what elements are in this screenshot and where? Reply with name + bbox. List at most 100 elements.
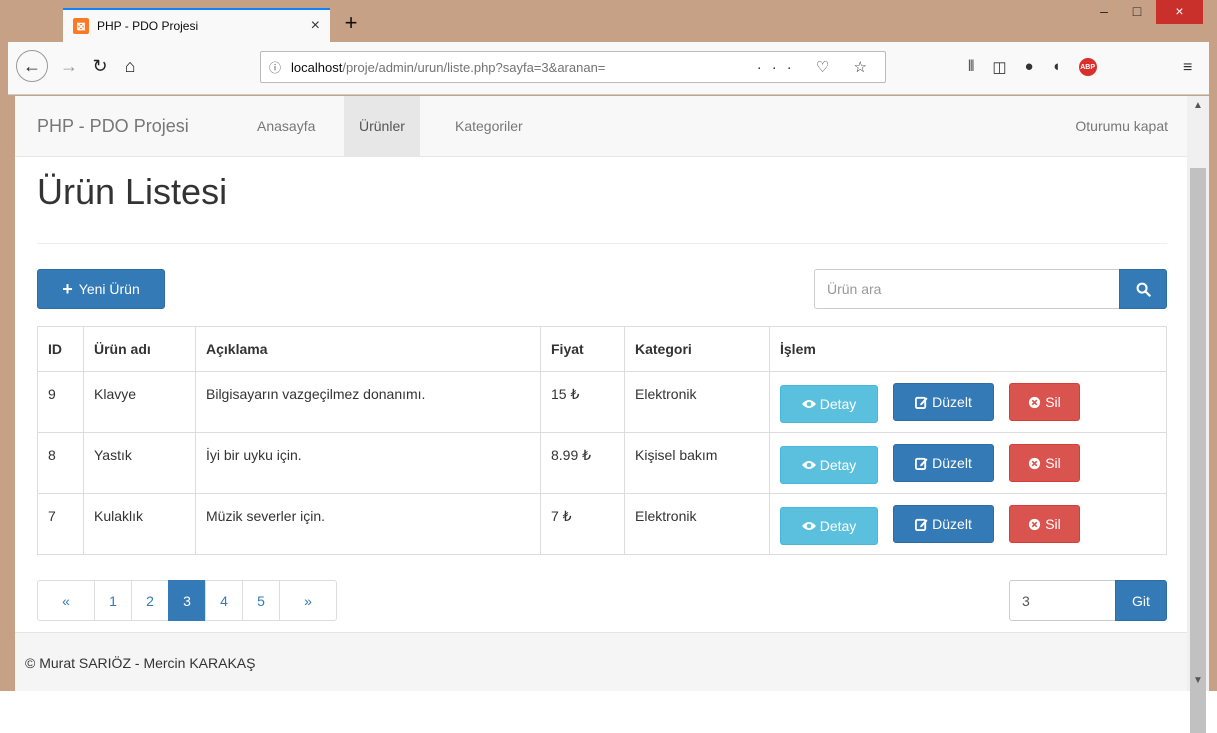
browser-toolbar: ← → ↻ ⌂ ⓘ localhost /proje/admin/urun/li… <box>8 42 1209 95</box>
goto-button[interactable]: Git <box>1115 580 1167 621</box>
info-icon[interactable]: ⓘ <box>269 59 281 76</box>
tab-close-icon[interactable]: × <box>311 17 320 35</box>
header-price: Fiyat <box>540 326 625 372</box>
products-table: ID Ürün adı Açıklama Fiyat Kategori İşle… <box>37 326 1167 555</box>
cell-price: 8.99 ₺ <box>540 432 625 494</box>
maximize-button[interactable]: □ <box>1122 0 1152 24</box>
edit-button[interactable]: Düzelt <box>893 444 994 482</box>
nav-link-products[interactable]: Ürünler <box>344 96 420 156</box>
cell-actions: Detay Düzelt Sil <box>769 371 1167 433</box>
search-button[interactable] <box>1119 269 1167 309</box>
footer-text: © Murat SARIÖZ - Mercin KARAKAŞ <box>25 655 256 671</box>
header-actions: İşlem <box>769 326 1167 372</box>
pagination-page-5[interactable]: 5 <box>242 580 280 621</box>
table-row: 8 Yastık İyi bir uyku için. 8.99 ₺ Kişis… <box>37 432 1167 494</box>
footer: © Murat SARIÖZ - Mercin KARAKAŞ <box>15 632 1187 691</box>
library-icon[interactable]: ⫴ <box>968 58 974 76</box>
xampp-icon: ⊠ <box>73 18 89 34</box>
header-id: ID <box>37 326 84 372</box>
remove-circle-icon <box>1029 457 1041 469</box>
remove-circle-icon <box>1029 396 1041 408</box>
page-viewport: PHP - PDO Projesi Anasayfa Ürünler Kateg… <box>15 96 1187 691</box>
forward-arrow-icon[interactable]: → <box>53 50 85 82</box>
edit-icon <box>915 457 928 470</box>
pagination: « 1 2 3 4 5 » <box>37 580 337 621</box>
pagination-prev[interactable]: « <box>37 580 95 621</box>
header-description: Açıklama <box>195 326 541 372</box>
url-host: localhost <box>291 59 343 75</box>
address-bar[interactable]: ⓘ localhost /proje/admin/urun/liste.php?… <box>260 51 886 83</box>
eye-icon <box>801 521 816 530</box>
detail-label: Detay <box>819 456 857 473</box>
delete-button[interactable]: Sil <box>1009 383 1080 421</box>
detail-button[interactable]: Detay <box>780 384 878 423</box>
logout-link[interactable]: Oturumu kapat <box>1060 96 1183 156</box>
new-product-label: Yeni Ürün <box>78 281 140 297</box>
toolbar-icons: ⫴ ◫ ● ◖ ABP <box>968 58 1097 76</box>
remove-circle-icon <box>1029 518 1041 530</box>
nav-link-categories[interactable]: Kategoriler <box>440 96 538 156</box>
shield-icon[interactable]: ◖ <box>1052 58 1061 76</box>
table-row: 7 Kulaklık Müzik severler için. 7 ₺ Elek… <box>37 493 1167 555</box>
hamburger-menu-icon[interactable]: ≡ <box>1183 59 1192 77</box>
table-header-row: ID Ürün adı Açıklama Fiyat Kategori İşle… <box>37 326 1167 372</box>
nav-link-home[interactable]: Anasayfa <box>242 96 330 156</box>
site-navbar: PHP - PDO Projesi Anasayfa Ürünler Kateg… <box>15 96 1187 157</box>
cell-category: Kişisel bakım <box>624 432 770 494</box>
pagination-page-4[interactable]: 4 <box>205 580 243 621</box>
scroll-thumb[interactable] <box>1190 168 1206 733</box>
cell-id: 8 <box>37 432 84 494</box>
cell-name: Yastık <box>83 432 196 494</box>
browser-tab[interactable]: ⊠ PHP - PDO Projesi × <box>63 8 330 42</box>
cell-description: İyi bir uyku için. <box>195 432 541 494</box>
pagination-next[interactable]: » <box>279 580 337 621</box>
pagination-page-1[interactable]: 1 <box>94 580 132 621</box>
edit-icon <box>915 396 928 409</box>
tab-title: PHP - PDO Projesi <box>97 19 199 33</box>
detail-label: Detay <box>819 517 857 534</box>
navbar-brand[interactable]: PHP - PDO Projesi <box>37 116 189 137</box>
cell-id: 9 <box>37 371 84 433</box>
new-product-button[interactable]: + Yeni Ürün <box>37 269 165 309</box>
page-title: Ürün Listesi <box>37 171 228 212</box>
search-input[interactable] <box>814 269 1120 309</box>
cell-name: Klavye <box>83 371 196 433</box>
edit-label: Düzelt <box>932 455 972 471</box>
close-window-button[interactable]: × <box>1156 0 1203 24</box>
cell-id: 7 <box>37 493 84 555</box>
adblock-icon[interactable]: ABP <box>1078 58 1097 76</box>
detail-button[interactable]: Detay <box>780 445 878 484</box>
edit-button[interactable]: Düzelt <box>893 383 994 421</box>
goto-page-input[interactable] <box>1009 580 1116 621</box>
eye-icon <box>801 460 816 469</box>
sidebar-icon[interactable]: ◫ <box>992 58 1006 76</box>
scroll-down-arrow-icon[interactable]: ▼ <box>1187 671 1209 691</box>
scrollbar[interactable]: ▲ ▼ <box>1187 96 1209 733</box>
divider <box>37 243 1167 244</box>
new-tab-button[interactable]: + <box>338 11 364 37</box>
scroll-up-arrow-icon[interactable]: ▲ <box>1187 96 1209 116</box>
edit-icon <box>915 518 928 531</box>
plus-icon: + <box>62 278 73 299</box>
page-actions-icon[interactable]: ··· ♡ ☆ <box>757 58 877 76</box>
home-icon[interactable]: ⌂ <box>114 50 146 82</box>
eye-icon <box>801 399 816 408</box>
edit-button[interactable]: Düzelt <box>893 505 994 543</box>
back-arrow-icon[interactable]: ← <box>16 50 48 82</box>
cell-category: Elektronik <box>624 493 770 555</box>
cell-price: 15 ₺ <box>540 371 625 433</box>
title-bar: ⊠ PHP - PDO Projesi × + – □ × <box>0 0 1217 42</box>
minimize-button[interactable]: – <box>1090 0 1118 24</box>
pagination-page-3[interactable]: 3 <box>168 580 206 621</box>
reload-icon[interactable]: ↻ <box>84 50 116 82</box>
header-name: Ürün adı <box>83 326 196 372</box>
cell-price: 7 ₺ <box>540 493 625 555</box>
cell-name: Kulaklık <box>83 493 196 555</box>
delete-button[interactable]: Sil <box>1009 444 1080 482</box>
extension-icon[interactable]: ● <box>1025 58 1034 76</box>
detail-button[interactable]: Detay <box>780 506 878 545</box>
edit-label: Düzelt <box>932 516 972 532</box>
cell-actions: Detay Düzelt Sil <box>769 432 1167 494</box>
delete-button[interactable]: Sil <box>1009 505 1080 543</box>
pagination-page-2[interactable]: 2 <box>131 580 169 621</box>
